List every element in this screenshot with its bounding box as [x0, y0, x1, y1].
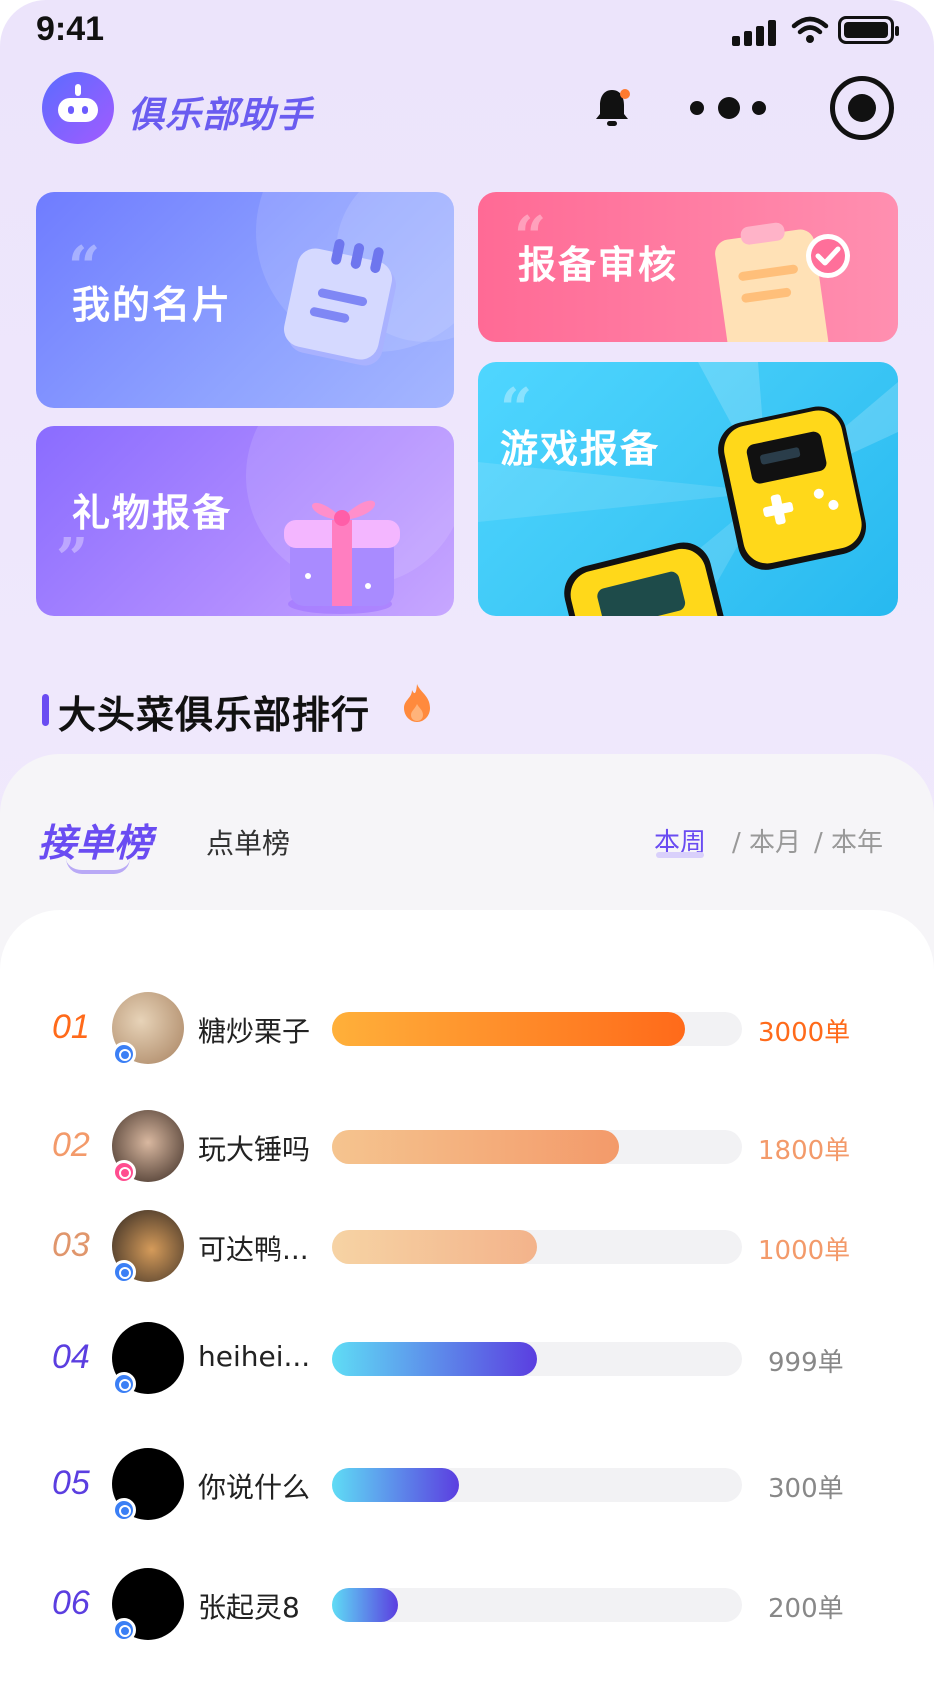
- game-report-button[interactable]: “ 游戏报备: [478, 362, 898, 616]
- order-count: 1000单: [758, 1236, 851, 1266]
- my-card-button[interactable]: “ 我的名片: [36, 192, 454, 408]
- section-accent-bar: [42, 694, 49, 726]
- card-label: 报备审核: [518, 243, 679, 287]
- status-bar: 9:41: [0, 0, 934, 58]
- ranking-row[interactable]: 06 张起灵8 200单: [0, 1564, 934, 1644]
- order-count: 200单: [768, 1594, 844, 1624]
- app-title: 俱乐部助手: [128, 95, 314, 136]
- user-name: heihei...: [198, 1340, 311, 1373]
- progress-fill: [332, 1012, 685, 1046]
- male-gender-icon: [112, 1372, 136, 1396]
- notepad-icon: [284, 239, 396, 366]
- ranking-list: 01 糖炒栗子 3000单 02 玩大锤吗 1800单 03 可达鸭... 1000单 04 hei…: [0, 910, 934, 1702]
- progress-fill: [332, 1588, 398, 1622]
- tab-order-placing[interactable]: 点单榜: [206, 822, 290, 862]
- male-gender-icon: [112, 1618, 136, 1642]
- quote-mark-icon: ”: [56, 526, 89, 592]
- card-label: 我的名片: [72, 283, 233, 327]
- ranking-row[interactable]: 04 heihei... 999单: [0, 1318, 934, 1398]
- progress-track: [332, 1012, 742, 1046]
- male-gender-icon: [112, 1042, 136, 1066]
- app-screen: 9:41 俱乐部助手 “ 我的名片 礼物报备 ” “ 报备审核 “ 游戏报备 大…: [0, 0, 934, 1702]
- wifi-icon: [791, 16, 829, 43]
- progress-fill: [332, 1468, 460, 1502]
- flame-icon: [404, 684, 430, 722]
- more-options-icon[interactable]: [690, 96, 770, 120]
- robot-logo-icon: [42, 72, 114, 144]
- period-this-year[interactable]: / 本年: [814, 822, 883, 859]
- user-name: 糖炒栗子: [198, 1015, 311, 1048]
- female-gender-icon: [112, 1160, 136, 1184]
- order-count: 999单: [768, 1348, 844, 1378]
- bell-icon[interactable]: [592, 86, 632, 130]
- game-console-icon: [564, 406, 867, 616]
- progress-track: [332, 1230, 742, 1264]
- progress-track: [332, 1468, 742, 1502]
- order-count: 300单: [768, 1474, 844, 1504]
- order-count: 3000单: [758, 1018, 851, 1048]
- user-name: 你说什么: [198, 1471, 311, 1504]
- cellular-signal-icon: [732, 20, 782, 46]
- rank-number: 04: [52, 1338, 90, 1376]
- user-name: 可达鸭...: [198, 1233, 309, 1266]
- progress-track: [332, 1342, 742, 1376]
- status-time: 9:41: [36, 10, 105, 48]
- rank-number: 02: [52, 1126, 90, 1164]
- male-gender-icon: [112, 1260, 136, 1284]
- report-review-button[interactable]: “ 报备审核: [478, 192, 898, 342]
- progress-fill: [332, 1230, 537, 1264]
- close-miniprogram-icon[interactable]: [830, 76, 894, 140]
- ranking-row[interactable]: 05 你说什么 300单: [0, 1444, 934, 1524]
- period-this-month[interactable]: / 本月: [732, 822, 801, 859]
- user-name: 玩大锤吗: [198, 1133, 311, 1166]
- ranking-row[interactable]: 01 糖炒栗子 3000单: [0, 988, 934, 1068]
- ranking-row[interactable]: 02 玩大锤吗 1800单: [0, 1106, 934, 1186]
- battery-icon: [838, 16, 899, 44]
- rank-number: 05: [52, 1464, 90, 1502]
- male-gender-icon: [112, 1498, 136, 1522]
- card-label: 礼物报备: [72, 491, 233, 535]
- rank-number: 01: [52, 1008, 90, 1046]
- rank-number: 06: [52, 1584, 90, 1622]
- ranking-row[interactable]: 03 可达鸭... 1000单: [0, 1206, 934, 1286]
- ranking-section-title: 大头菜俱乐部排行: [58, 693, 371, 737]
- rank-number: 03: [52, 1226, 90, 1264]
- active-tab-indicator: [66, 858, 130, 874]
- period-indicator: [656, 852, 704, 858]
- progress-track: [332, 1588, 742, 1622]
- progress-fill: [332, 1130, 619, 1164]
- progress-track: [332, 1130, 742, 1164]
- clipboard-check-icon: [715, 222, 850, 342]
- order-count: 1800单: [758, 1136, 851, 1166]
- gift-box-icon: [284, 500, 400, 614]
- gift-report-button[interactable]: 礼物报备 ”: [36, 426, 454, 616]
- user-name: 张起灵8: [198, 1591, 300, 1624]
- progress-fill: [332, 1342, 537, 1376]
